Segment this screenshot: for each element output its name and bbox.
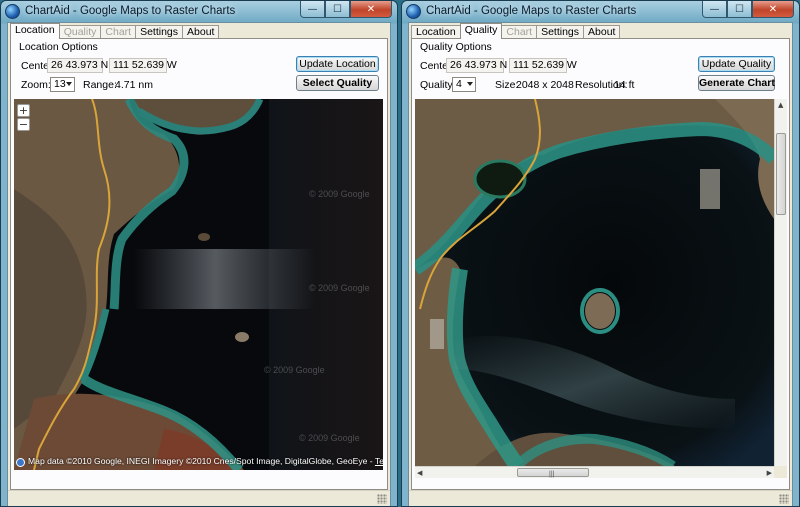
quality-preview-view[interactable]: ▲ ◀ ||| ▶	[415, 99, 787, 478]
select-quality-button[interactable]: Select Quality	[296, 75, 379, 91]
right-window: ChartAid - Google Maps to Raster Charts …	[401, 0, 800, 507]
scroll-corner	[774, 466, 787, 478]
google-logo-icon	[16, 458, 25, 467]
map-credit: Map data ©2010 Google, INEGI Imagery ©20…	[28, 456, 383, 466]
window-title: ChartAid - Google Maps to Raster Charts	[25, 5, 236, 17]
center-longitude-field: 111 52.639 W	[509, 58, 577, 73]
tab-location[interactable]: Location	[411, 25, 461, 39]
app-globe-icon	[406, 3, 421, 19]
zoom-label: Zoom:	[21, 79, 51, 91]
status-bar	[409, 490, 792, 506]
status-bar	[8, 490, 390, 506]
right-client-area: Location Quality Chart Settings About Qu…	[408, 22, 793, 506]
left-client-area: Location Quality Chart Settings About Lo…	[7, 22, 391, 506]
tab-location[interactable]: Location	[10, 23, 60, 39]
tab-quality[interactable]: Quality	[459, 23, 503, 39]
vertical-scroll-thumb[interactable]	[776, 133, 786, 215]
tab-about[interactable]: About	[583, 25, 621, 39]
watermark-text: © 2009 Google	[309, 189, 370, 199]
scroll-up-icon[interactable]: ▲	[778, 101, 783, 109]
maximize-button[interactable]: ☐	[727, 1, 752, 18]
minimize-button[interactable]: —	[702, 1, 727, 18]
quality-tab-panel: Quality Options Center: 26 43.973 N 111 …	[411, 38, 790, 490]
right-titlebar[interactable]: ChartAid - Google Maps to Raster Charts …	[402, 1, 799, 21]
zoom-out-button[interactable]: −	[17, 118, 30, 131]
close-button[interactable]: ✕	[752, 1, 794, 18]
map-view[interactable]: © 2009 Google © 2009 Google © 2009 Googl…	[14, 99, 383, 470]
map-zoom-control: + −	[17, 104, 31, 132]
center-latitude-field: 26 43.973 N	[446, 58, 507, 73]
zoom-value: 13	[54, 78, 66, 90]
scroll-right-icon[interactable]: ▶	[767, 469, 772, 477]
left-window: ChartAid - Google Maps to Raster Charts …	[0, 0, 398, 507]
range-label: Range:	[83, 79, 117, 91]
quality-label: Quality:	[420, 79, 456, 91]
satellite-map-image: © 2009 Google © 2009 Google © 2009 Googl…	[14, 99, 383, 470]
zoom-select[interactable]: 13	[50, 77, 75, 92]
maximize-button[interactable]: ☐	[325, 1, 350, 18]
scroll-left-icon[interactable]: ◀	[417, 469, 422, 477]
quality-value: 4	[456, 78, 462, 90]
center-latitude-field[interactable]: 26 43.973 N	[47, 58, 108, 73]
tab-chart: Chart	[100, 25, 137, 39]
window-title: ChartAid - Google Maps to Raster Charts	[426, 5, 637, 17]
terms-of-use-link[interactable]: Terms of Use	[375, 456, 383, 466]
zoom-in-button[interactable]: +	[17, 104, 30, 117]
close-button[interactable]: ✕	[350, 1, 392, 18]
group-title: Location Options	[19, 41, 98, 53]
window-controls: — ☐ ✕	[300, 1, 392, 18]
horizontal-scrollbar[interactable]: ◀ ||| ▶	[415, 466, 774, 478]
desktop: ChartAid - Google Maps to Raster Charts …	[0, 0, 800, 507]
watermark-text: © 2009 Google	[264, 365, 325, 375]
app-globe-icon	[5, 3, 20, 19]
range-value: 4.71 nm	[115, 79, 153, 91]
tab-settings[interactable]: Settings	[536, 25, 585, 39]
resize-grip-icon[interactable]	[377, 494, 387, 504]
update-location-button[interactable]: Update Location	[296, 56, 379, 72]
chevron-down-icon	[467, 82, 473, 86]
horizontal-scroll-thumb[interactable]: |||	[517, 468, 589, 478]
left-tab-strip: Location Quality Chart Settings About	[10, 23, 220, 39]
size-value: 2048 x 2048	[516, 79, 574, 91]
grip-lines-icon: |||	[549, 471, 555, 478]
watermark-text: © 2009 Google	[309, 283, 370, 293]
center-longitude-field[interactable]: 111 52.639 W	[109, 58, 177, 73]
vertical-scrollbar[interactable]: ▲	[774, 99, 787, 466]
group-title: Quality Options	[420, 41, 492, 53]
window-controls: — ☐ ✕	[702, 1, 794, 18]
watermark-text: © 2009 Google	[299, 433, 360, 443]
size-label: Size:	[495, 79, 519, 91]
tab-quality: Quality	[58, 25, 102, 39]
resize-grip-icon[interactable]	[779, 494, 789, 504]
right-tab-strip: Location Quality Chart Settings About	[411, 23, 621, 39]
tab-chart: Chart	[501, 25, 538, 39]
satellite-preview-image	[415, 99, 780, 471]
left-titlebar[interactable]: ChartAid - Google Maps to Raster Charts …	[1, 1, 397, 21]
map-credit-text: Map data ©2010 Google, INEGI Imagery ©20…	[28, 456, 375, 466]
update-quality-button[interactable]: Update Quality	[698, 56, 775, 72]
location-tab-panel: Location Options Center: 26 43.973 N 111…	[10, 38, 388, 490]
tab-about[interactable]: About	[182, 25, 220, 39]
chevron-down-icon	[66, 82, 72, 86]
generate-chart-button[interactable]: Generate Chart	[698, 75, 775, 91]
resolution-value: 14 ft	[614, 79, 635, 91]
minimize-button[interactable]: —	[300, 1, 325, 18]
tab-settings[interactable]: Settings	[135, 25, 184, 39]
quality-select[interactable]: 4	[452, 77, 476, 92]
